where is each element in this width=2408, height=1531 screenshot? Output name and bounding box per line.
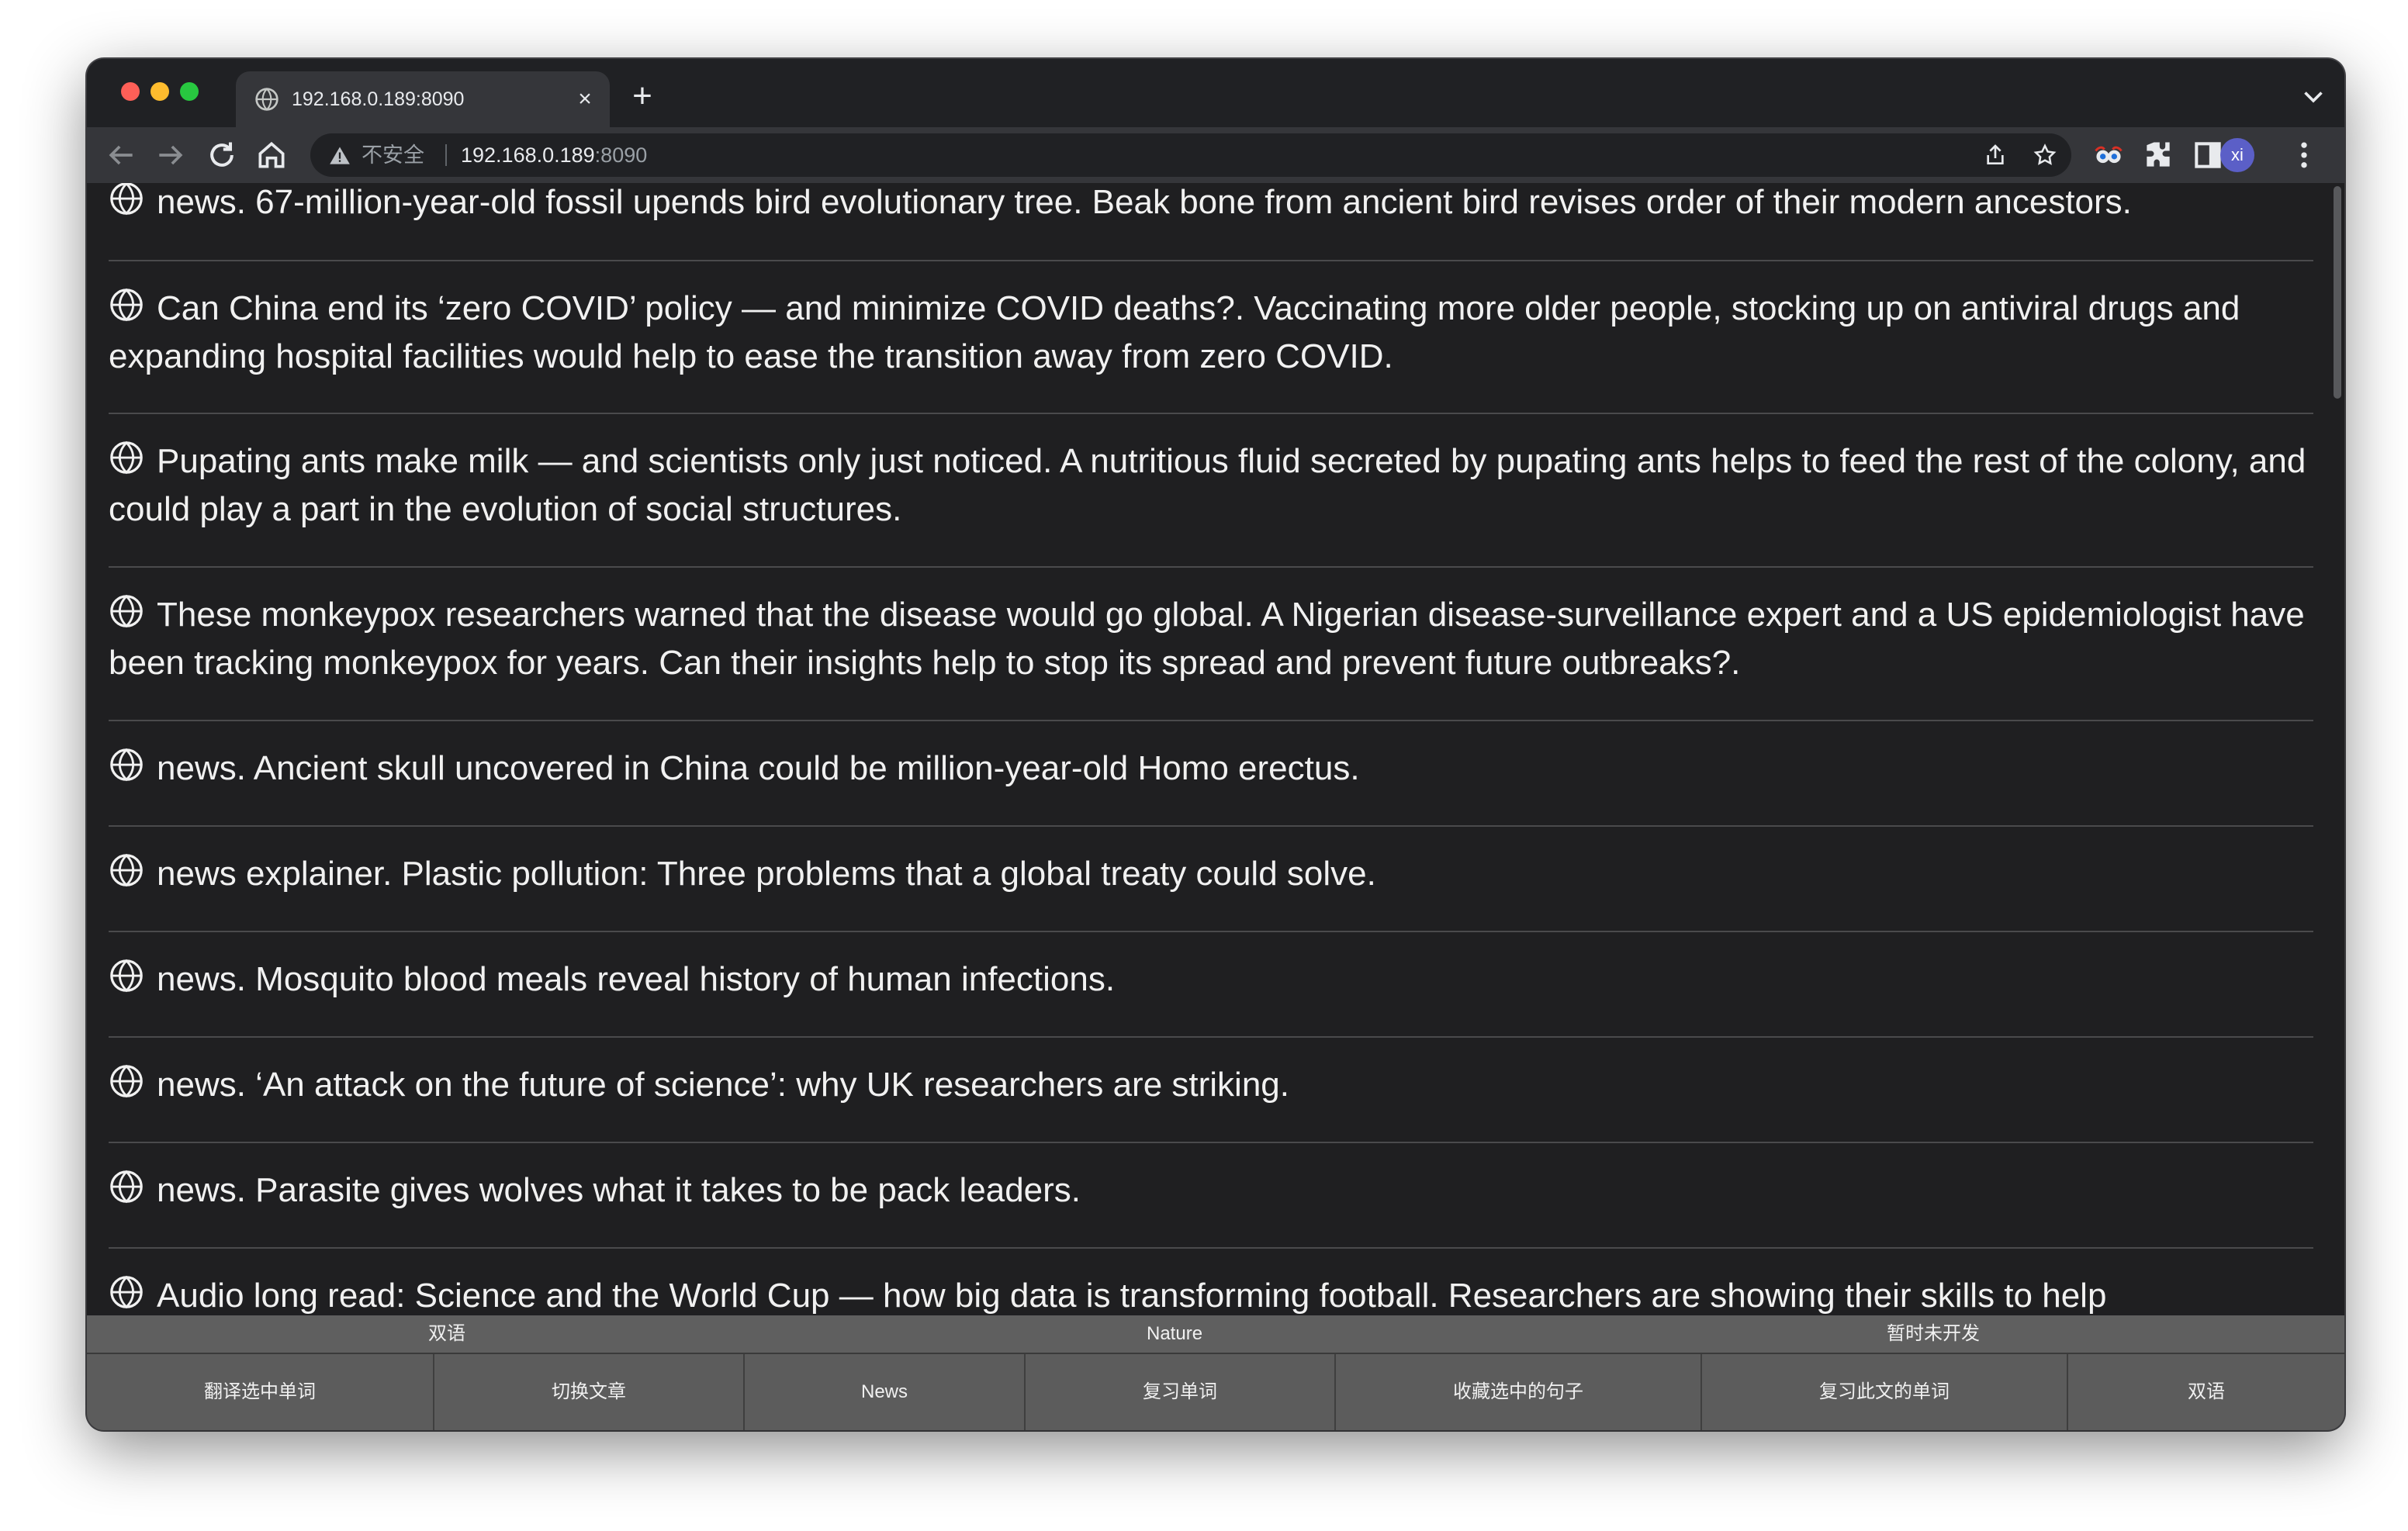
article-item[interactable]: These monkeypox researchers warned that … [109, 568, 2313, 721]
article-title: news explainer. Plastic pollution: Three… [157, 855, 1376, 893]
globe-icon [110, 594, 143, 628]
mode-labels-row: 双语 Nature 暂时未开发 [87, 1315, 2344, 1354]
globe-icon [255, 88, 279, 111]
globe-icon [110, 183, 143, 216]
new-tab-button[interactable]: + [625, 79, 659, 113]
puzzle-extensions-icon[interactable] [2141, 138, 2175, 172]
insecure-label: 不安全 [362, 143, 424, 167]
article-item[interactable]: Pupating ants make milk — and scientists… [109, 414, 2313, 568]
url-text[interactable]: 192.168.0.189:8090 [461, 143, 647, 168]
close-window-button[interactable] [121, 82, 140, 101]
globe-icon [110, 1064, 143, 1098]
translate-selected-word-button[interactable]: 翻译选中单词 [87, 1354, 434, 1430]
review-words-button[interactable]: 复习单词 [1026, 1354, 1336, 1430]
article-item[interactable]: Can China end its ‘zero COVID’ policy — … [109, 261, 2313, 414]
page-content: news. 67-million-year-old fossil upends … [87, 183, 2344, 1362]
more-menu-icon[interactable] [2287, 138, 2321, 172]
switch-article-button[interactable]: 切换文章 [434, 1354, 745, 1430]
globe-icon [110, 748, 143, 782]
globe-icon [110, 1170, 143, 1204]
article-item[interactable]: news. Ancient skull uncovered in China c… [109, 721, 2313, 827]
reload-icon[interactable] [205, 138, 239, 172]
maximize-window-button[interactable] [180, 82, 199, 101]
url-separator [445, 144, 447, 166]
article-item[interactable]: news. 67-million-year-old fossil upends … [109, 183, 2313, 261]
tab-title: 192.168.0.189:8090 [292, 88, 465, 110]
minimize-window-button[interactable] [150, 82, 169, 101]
article-title: These monkeypox researchers warned that … [109, 596, 2305, 682]
address-bar[interactable]: 不安全 192.168.0.189:8090 [310, 133, 2071, 177]
chevron-down-icon[interactable] [2299, 82, 2327, 110]
article-title: news. Parasite gives wolves what it take… [157, 1171, 1081, 1209]
tab-close-button[interactable]: × [571, 85, 599, 113]
article-title: news. 67-million-year-old fossil upends … [157, 183, 2132, 221]
mode-label-bilingual: 双语 [428, 1323, 465, 1344]
home-icon[interactable] [254, 138, 289, 172]
tab-strip: 192.168.0.189:8090 × + [87, 59, 2344, 127]
url-host: 192.168.0.189 [461, 143, 595, 167]
article-item[interactable]: news. ‘An attack on the future of scienc… [109, 1038, 2313, 1143]
globe-icon [110, 959, 143, 993]
bottom-control-bar: 双语 Nature 暂时未开发 翻译选中单词 切换文章 News 复习单词 收藏… [87, 1315, 2344, 1430]
mode-label-source: Nature [1147, 1323, 1203, 1344]
action-buttons-row: 翻译选中单词 切换文章 News 复习单词 收藏选中的句子 复习此文的单词 双语 [87, 1354, 2344, 1430]
scrollbar-thumb[interactable] [2334, 186, 2341, 399]
article-item[interactable]: news. Parasite gives wolves what it take… [109, 1143, 2313, 1249]
extension-eyes-icon[interactable] [2091, 138, 2126, 172]
review-article-words-button[interactable]: 复习此文的单词 [1702, 1354, 2068, 1430]
mode-label-unavailable: 暂时未开发 [1887, 1323, 1980, 1344]
article-title: Can China end its ‘zero COVID’ policy — … [109, 289, 2240, 375]
globe-icon [110, 441, 143, 475]
save-selected-sentence-button[interactable]: 收藏选中的句子 [1336, 1354, 1702, 1430]
news-button[interactable]: News [745, 1354, 1026, 1430]
article-title: Pupating ants make milk — and scientists… [109, 442, 2306, 528]
bilingual-button[interactable]: 双语 [2068, 1354, 2344, 1430]
forward-arrow-icon[interactable] [154, 138, 188, 172]
globe-icon [110, 288, 143, 322]
profile-avatar[interactable]: xi [2220, 138, 2254, 172]
share-icon[interactable] [1983, 143, 2008, 168]
globe-icon [110, 853, 143, 887]
article-title: news. Ancient skull uncovered in China c… [157, 749, 1360, 787]
warning-icon[interactable] [329, 145, 351, 165]
star-bookmark-icon[interactable] [2033, 143, 2057, 168]
url-port: :8090 [594, 143, 648, 167]
article-title: news. Mosquito blood meals reveal histor… [157, 960, 1116, 998]
browser-toolbar: 不安全 192.168.0.189:8090 xi [87, 127, 2344, 183]
back-arrow-icon[interactable] [104, 138, 138, 172]
article-list: news. 67-million-year-old fossil upends … [109, 183, 2313, 1362]
article-item[interactable]: news. Mosquito blood meals reveal histor… [109, 932, 2313, 1038]
article-title: Audio long read: Science and the World C… [157, 1277, 2107, 1315]
article-title: news. ‘An attack on the future of scienc… [157, 1066, 1289, 1104]
browser-tab[interactable]: 192.168.0.189:8090 × [236, 71, 610, 127]
browser-window: 192.168.0.189:8090 × + 不安全 192.168.0.189… [87, 59, 2344, 1430]
article-item[interactable]: news explainer. Plastic pollution: Three… [109, 827, 2313, 932]
globe-icon [110, 1275, 143, 1309]
